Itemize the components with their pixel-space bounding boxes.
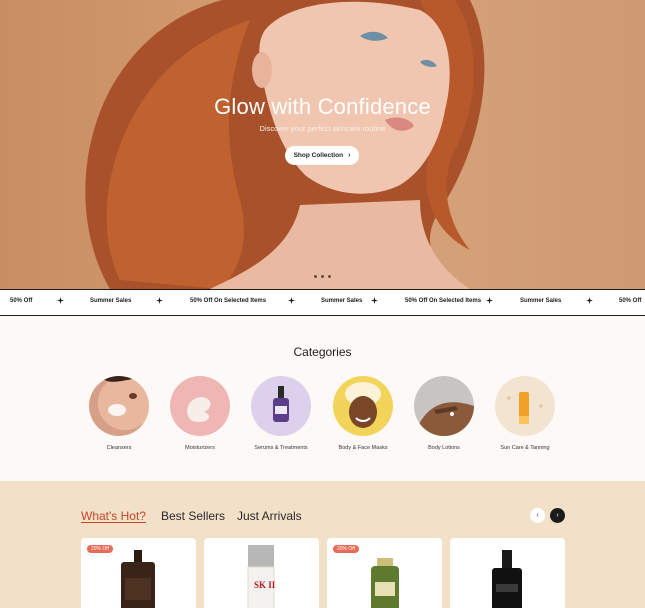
sparkle-icon — [156, 297, 163, 304]
hero-subtitle: Discover your perfect skincare routine — [259, 124, 386, 133]
shop-collection-label: Shop Collection — [293, 152, 344, 159]
category-lotions[interactable]: Body Lotions — [404, 376, 484, 451]
category-label: Serums & Treatments — [254, 445, 308, 451]
carousel-dots — [314, 275, 331, 278]
category-label: Sun Care & Tanning — [500, 445, 550, 451]
marquee-item: 50% Off — [619, 298, 642, 304]
category-label: Body & Face Masks — [338, 445, 388, 451]
discount-badge: 20% Off — [87, 545, 113, 553]
marquee-item: Summer Sales — [520, 298, 562, 304]
svg-text:SK II: SK II — [254, 580, 276, 590]
sparkle-icon — [57, 297, 64, 304]
product-card[interactable] — [450, 538, 565, 608]
cleansers-image — [89, 376, 149, 436]
product-image — [492, 550, 522, 608]
category-serums[interactable]: Serums & Treatments — [241, 376, 321, 451]
category-moisturizers[interactable]: Moisturizers — [160, 376, 240, 451]
product-image: SK II — [247, 545, 276, 608]
chevron-right-icon: › — [348, 152, 351, 159]
moisturizers-image — [170, 376, 230, 436]
category-label: Body Lotions — [428, 445, 460, 451]
marquee-item: 50% Off On Selected Items — [190, 298, 267, 304]
tab-whats-hot[interactable]: What's Hot? — [81, 509, 146, 523]
tab-just-arrivals[interactable]: Just Arrivals — [237, 509, 302, 523]
promo-marquee: 50% Off Summer Sales 50% Off On Selected… — [0, 289, 645, 316]
sparkle-icon — [288, 297, 295, 304]
suncare-image — [495, 376, 555, 436]
carousel-dot[interactable] — [321, 275, 324, 278]
category-masks[interactable]: Body & Face Masks — [323, 376, 403, 451]
tab-best-sellers[interactable]: Best Sellers — [161, 509, 225, 523]
lotion-image — [414, 376, 474, 436]
product-card[interactable]: 20% Off — [327, 538, 442, 608]
chevron-right-icon: › — [556, 512, 559, 519]
category-label: Cleansers — [106, 445, 132, 451]
carousel-dot[interactable] — [314, 275, 317, 278]
shop-collection-button[interactable]: Shop Collection › — [285, 146, 359, 165]
hero-banner: Glow with Confidence Discover your perfe… — [0, 0, 645, 289]
product-card[interactable]: 20% Off — [81, 538, 196, 608]
products-section: What's Hot? Best Sellers Just Arrivals ‹… — [0, 481, 645, 608]
category-label: Moisturizers — [185, 445, 215, 451]
marquee-item: 50% Off On Selected Items — [405, 298, 482, 304]
sparkle-icon — [371, 297, 378, 304]
chevron-left-icon: ‹ — [536, 512, 539, 519]
marquee-item: Summer Sales — [90, 298, 132, 304]
discount-badge: 20% Off — [333, 545, 359, 553]
sparkle-icon — [586, 297, 593, 304]
marquee-item: 50% Off — [10, 298, 33, 304]
carousel-dot[interactable] — [328, 275, 331, 278]
categories-section: Categories Cleansers Moisturizers Serums… — [0, 316, 645, 481]
mask-image — [333, 376, 393, 436]
next-button[interactable]: › — [550, 508, 565, 523]
category-cleansers[interactable]: Cleansers — [79, 376, 159, 451]
hero-model-image — [85, 0, 485, 289]
prev-button[interactable]: ‹ — [530, 508, 545, 523]
hero-title: Glow with Confidence — [214, 94, 431, 119]
sparkle-icon — [486, 297, 493, 304]
marquee-item: Summer Sales — [321, 298, 363, 304]
serum-image — [251, 376, 311, 436]
product-card[interactable]: SK II — [204, 538, 319, 608]
category-suncare[interactable]: Sun Care & Tanning — [485, 376, 565, 451]
categories-title: Categories — [293, 345, 352, 359]
